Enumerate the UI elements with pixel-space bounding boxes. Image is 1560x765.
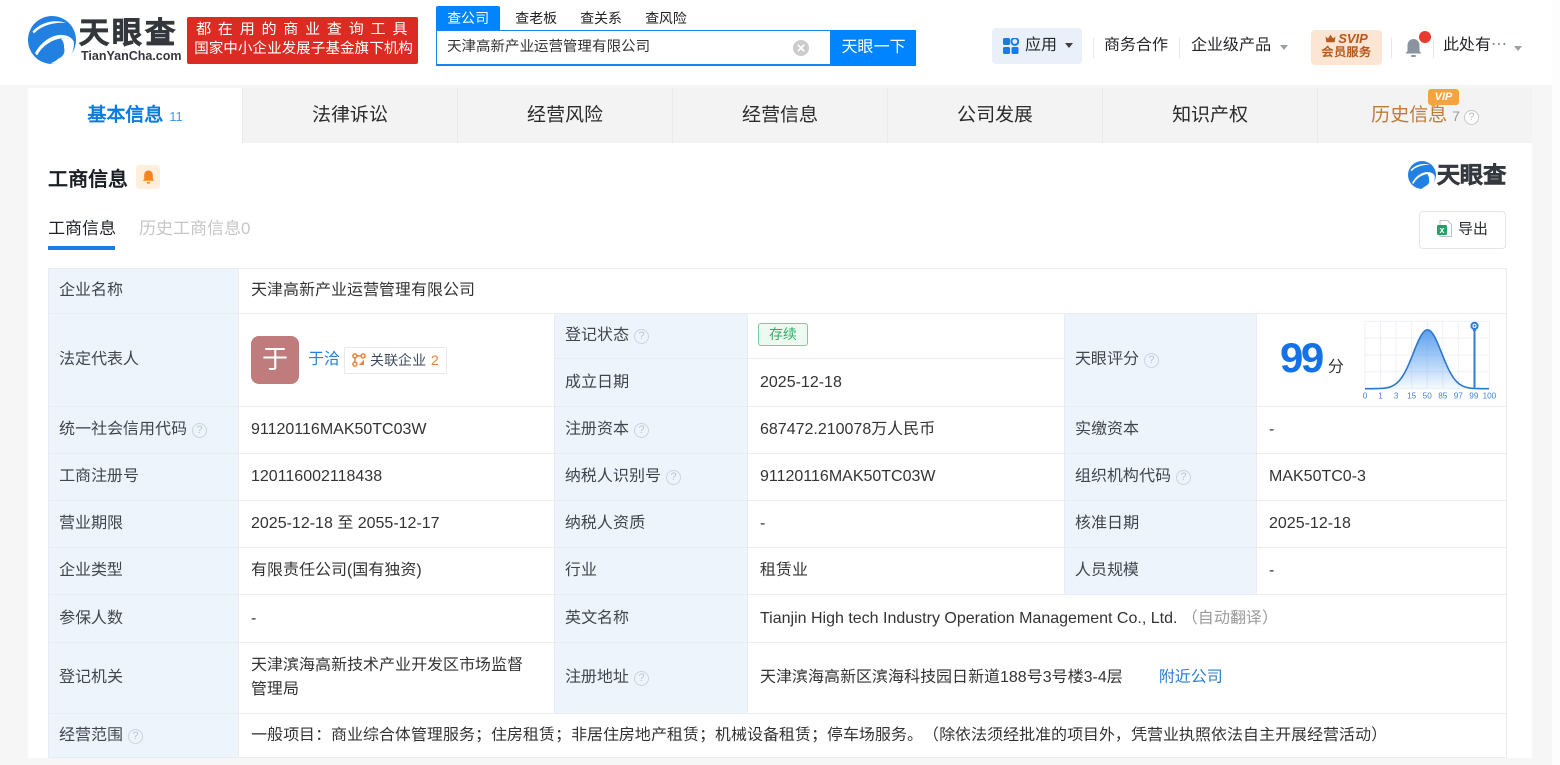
svg-text:97: 97 <box>1454 392 1464 401</box>
svg-text:100: 100 <box>1483 392 1497 401</box>
svg-text:3: 3 <box>1394 392 1399 401</box>
svg-text:0: 0 <box>1363 392 1368 401</box>
svg-text:85: 85 <box>1438 392 1448 401</box>
svg-text:99: 99 <box>1469 392 1479 401</box>
svg-text:1: 1 <box>1378 392 1383 401</box>
svg-text:x: x <box>1439 225 1444 235</box>
svg-text:15: 15 <box>1407 392 1417 401</box>
svg-text:50: 50 <box>1423 392 1433 401</box>
